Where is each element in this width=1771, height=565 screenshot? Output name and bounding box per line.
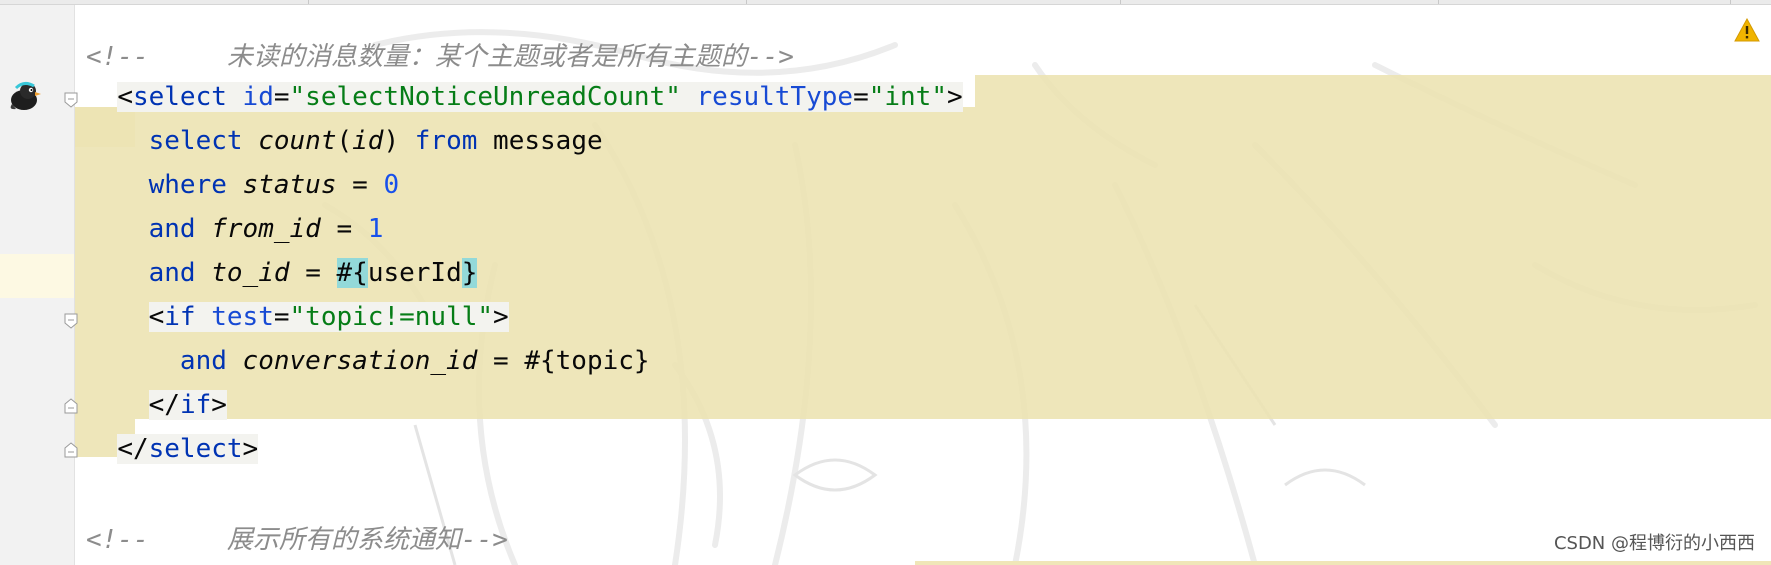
sql-keyword-and: and — [179, 346, 227, 376]
editor-screenshot: <!-- 未读的消息数量：某个主题或者是所有主题的--> <select id=… — [0, 0, 1771, 565]
operator: = — [493, 346, 509, 376]
attr-id: id — [242, 82, 274, 112]
tab-separator — [1730, 0, 1731, 4]
comment-close: --> — [460, 525, 508, 555]
code-line-and-conversation-id[interactable]: and conversation_id = #{topic} — [86, 339, 650, 383]
fold-close-icon[interactable] — [64, 398, 78, 414]
sql-keyword-and: and — [148, 258, 196, 288]
tab-separator — [746, 0, 747, 4]
sql-keyword-select: select — [148, 126, 243, 156]
bird-avatar-icon[interactable] — [6, 78, 42, 114]
paren: ) — [383, 126, 400, 156]
sql-column-to-id: to_id — [211, 258, 290, 288]
code-line-select-count[interactable]: select count(id) from message — [86, 119, 603, 163]
param-userid: userId — [367, 258, 462, 288]
comment-text: 未读的消息数量：某个主题或者是所有主题的 — [226, 42, 747, 72]
code-line-comment-system-notice[interactable]: <!-- 展示所有的系统通知--> — [86, 518, 508, 562]
operator: = — [336, 214, 353, 244]
tab-separator — [1120, 0, 1121, 4]
attr-eq: = — [273, 82, 290, 112]
number-literal: 1 — [367, 214, 384, 244]
tab-separator — [308, 0, 309, 4]
comment-open: <!-- — [86, 525, 149, 555]
sql-table-message: message — [493, 126, 603, 156]
sql-function-count: count — [258, 126, 337, 156]
attr-test: test — [211, 302, 274, 332]
tag-bracket: > — [947, 82, 963, 112]
code-line-if-close[interactable]: </if> — [86, 383, 227, 427]
code-line-select-open[interactable]: <select id="selectNoticeUnreadCount" res… — [86, 75, 963, 119]
code-line-where-status[interactable]: where status = 0 — [86, 163, 399, 207]
attr-value-id: "selectNoticeUnreadCount" — [289, 82, 681, 112]
code-line-select-close[interactable]: </select> — [86, 427, 259, 471]
code-line-comment-unread[interactable]: <!-- 未读的消息数量：某个主题或者是所有主题的--> — [86, 35, 794, 79]
warning-triangle-icon[interactable] — [1734, 18, 1760, 42]
param-topic: #{topic} — [524, 346, 650, 376]
comment-text: 展示所有的系统通知 — [226, 525, 461, 555]
tag-name-if: if — [179, 390, 212, 420]
tag-bracket: < — [148, 302, 165, 332]
attr-eq: = — [273, 302, 290, 332]
sql-keyword-and: and — [148, 214, 196, 244]
brace-open: { — [352, 258, 368, 288]
attr-value-test: "topic!=null" — [289, 302, 494, 332]
watermark-text: CSDN @程博衍的小西西 — [1553, 533, 1755, 554]
sql-column-status: status — [242, 170, 337, 200]
tag-bracket: > — [493, 302, 509, 332]
fold-open-icon[interactable] — [64, 92, 78, 108]
tag-name-select: select — [148, 434, 243, 464]
tag-name-select: select — [132, 82, 227, 112]
attr-eq: = — [853, 82, 869, 112]
brace-close: } — [461, 258, 478, 288]
comment-close: --> — [746, 42, 794, 72]
sql-keyword-where: where — [148, 170, 227, 200]
code-line-and-to-id[interactable]: and to_id = #{userId} — [86, 251, 478, 295]
tag-bracket: > — [211, 390, 227, 420]
fold-close-icon[interactable] — [64, 442, 78, 458]
sql-column-conversation-id: conversation_id — [242, 346, 478, 376]
code-line-and-from-id[interactable]: and from_id = 1 — [86, 207, 384, 251]
fold-open-icon[interactable] — [64, 313, 78, 329]
attr-value-resulttype: "int" — [868, 82, 947, 112]
gutter-current-line-highlight — [0, 254, 74, 298]
operator: = — [305, 258, 321, 288]
sql-column-from-id: from_id — [211, 214, 321, 244]
number-literal: 0 — [383, 170, 400, 200]
tab-separator — [1438, 0, 1439, 4]
comment-open: <!-- — [86, 42, 149, 72]
paren: ( — [336, 126, 353, 156]
sql-column-id: id — [352, 126, 384, 156]
param-hash: # — [336, 258, 353, 288]
attr-resulttype: resultType — [696, 82, 854, 112]
sql-keyword-from: from — [414, 126, 478, 156]
operator: = — [352, 170, 368, 200]
tag-bracket: </ — [148, 390, 180, 420]
tag-name-if: if — [164, 302, 196, 332]
code-line-if-open[interactable]: <if test="topic!=null"> — [86, 295, 509, 339]
tag-bracket: </ — [117, 434, 149, 464]
tag-bracket: < — [117, 82, 133, 112]
code-editor[interactable]: <!-- 未读的消息数量：某个主题或者是所有主题的--> <select id=… — [75, 5, 1771, 565]
selection-highlight — [975, 75, 1771, 107]
tag-bracket: > — [242, 434, 259, 464]
selection-highlight — [915, 561, 1771, 565]
